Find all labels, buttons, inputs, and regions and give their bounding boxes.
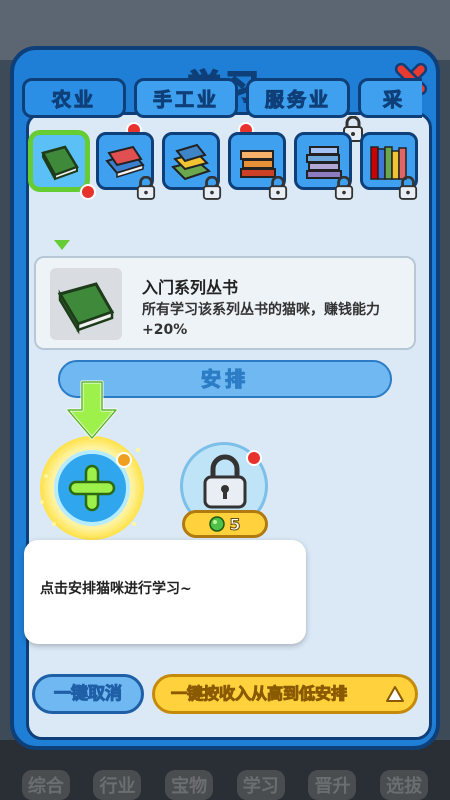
tab-gathering[interactable]: 采 — [358, 78, 422, 118]
sparkle — [136, 448, 140, 452]
unlock-price-tag: 5 — [182, 510, 268, 538]
nav-item-treasure[interactable]: 宝物 — [165, 770, 214, 800]
nav-item-promotion[interactable]: 晋升 — [308, 770, 357, 800]
notification-dot — [80, 184, 96, 200]
book-series-description: 所有学习该系列丛书的猫咪，赚钱能力+20% — [142, 302, 380, 338]
auto-arrange-label: 一键按收入从高到低安排 — [170, 684, 348, 704]
guide-arrow-icon — [66, 380, 118, 440]
book-info-card: 入门系列丛书 所有学习该系列丛书的猫咪，赚钱能力+20% — [34, 256, 416, 350]
lock-icon — [268, 176, 288, 200]
plus-icon — [68, 464, 116, 512]
bottom-nav: 综合 行业 宝物 学习 晋升 选拔 — [0, 748, 450, 800]
nav-item-study[interactable]: 学习 — [236, 770, 285, 800]
unlock-price: 5 — [229, 514, 241, 534]
nav-item-general[interactable]: 综合 — [21, 770, 70, 800]
sparkle — [52, 522, 56, 526]
green-gem-icon — [209, 516, 226, 532]
lock-icon — [136, 176, 156, 200]
tutorial-tooltip: 点击安排猫咪进行学习~ — [24, 540, 306, 644]
nav-item-industry[interactable]: 行业 — [93, 770, 142, 800]
book-series-list — [22, 132, 422, 192]
lock-icon — [398, 176, 418, 200]
lock-icon — [202, 176, 222, 200]
green-book-icon — [57, 282, 115, 335]
sparkle — [44, 474, 48, 478]
green-book-icon — [41, 145, 79, 181]
tab-agriculture[interactable]: 农业 — [22, 78, 126, 118]
tab-label: 农业 — [51, 88, 96, 111]
triangle-icon — [386, 686, 404, 702]
tab-service[interactable]: 服务业 — [246, 78, 350, 118]
notification-dot — [116, 452, 132, 468]
tab-handicraft[interactable]: 手工业 — [134, 78, 238, 118]
selection-pointer-icon — [54, 240, 70, 250]
book-preview — [50, 268, 122, 340]
tab-label: 服务业 — [264, 88, 331, 111]
lock-icon — [334, 176, 354, 200]
auto-arrange-button[interactable]: 一键按收入从高到低安排 — [152, 674, 418, 714]
tab-label: 采 — [382, 88, 406, 111]
nav-item-selection[interactable]: 选拔 — [380, 770, 429, 800]
tab-label: 手工业 — [152, 88, 219, 111]
book-slot-green[interactable] — [30, 132, 88, 190]
lock-icon — [203, 454, 247, 509]
cancel-all-button[interactable]: 一键取消 — [32, 674, 144, 714]
sparkle — [132, 522, 136, 526]
notification-dot — [246, 450, 262, 466]
book-series-title: 入门系列丛书 — [142, 278, 239, 297]
sparkle — [40, 500, 44, 504]
tooltip-text: 点击安排猫咪进行学习~ — [40, 581, 192, 597]
